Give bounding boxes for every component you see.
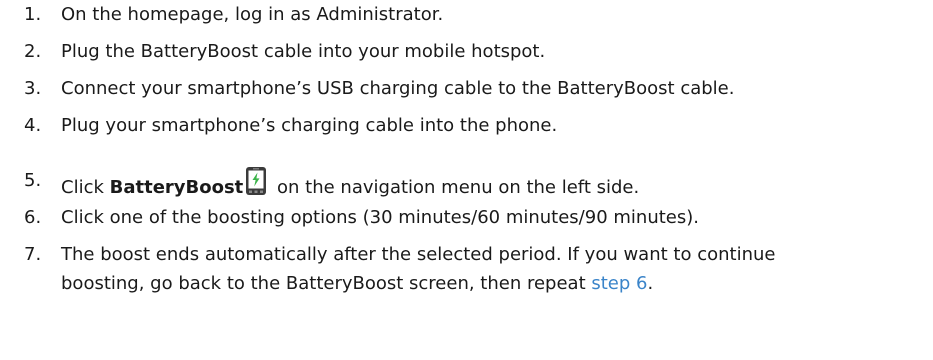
step-number: 6. bbox=[24, 207, 42, 228]
battery-boost-phone-icon bbox=[245, 166, 267, 196]
step-number: 1. bbox=[24, 4, 42, 25]
step-number: 4. bbox=[24, 115, 42, 136]
step-text: Connect your smartphone’s USB charging c… bbox=[61, 78, 735, 99]
step-text-line-1: The boost ends automatically after the s… bbox=[61, 244, 776, 265]
step-7: 7. The boost ends automatically after th… bbox=[24, 240, 923, 298]
step-number: 5. bbox=[24, 170, 42, 191]
step-text-suffix: on the navigation menu on the left side. bbox=[271, 177, 640, 198]
step-text-prefix: Click bbox=[61, 177, 110, 198]
step-4: 4. Plug your smartphone’s charging cable… bbox=[24, 111, 923, 140]
step-text: Click BatteryBoost on the navigation men… bbox=[61, 166, 923, 202]
step-text: Plug the BatteryBoost cable into your mo… bbox=[61, 41, 546, 62]
step-6-link[interactable]: step 6 bbox=[591, 273, 647, 294]
step-number: 3. bbox=[24, 78, 42, 99]
step-number: 2. bbox=[24, 41, 42, 62]
step-number: 7. bbox=[24, 244, 42, 265]
step-text-line-2-suffix: . bbox=[647, 273, 654, 294]
step-5: 5. Click BatteryBoost on the navigation … bbox=[24, 166, 923, 202]
step-1: 1. On the homepage, log in as Administra… bbox=[24, 0, 923, 29]
batteryboost-label: BatteryBoost bbox=[109, 177, 244, 198]
step-2: 2. Plug the BatteryBoost cable into your… bbox=[24, 37, 923, 66]
step-6: 6. Click one of the boosting options (30… bbox=[24, 203, 923, 232]
step-text: The boost ends automatically after the s… bbox=[61, 240, 923, 298]
step-text: Click one of the boosting options (30 mi… bbox=[61, 207, 699, 228]
step-3: 3. Connect your smartphone’s USB chargin… bbox=[24, 74, 923, 103]
instruction-steps: 1. On the homepage, log in as Administra… bbox=[0, 0, 933, 360]
step-text-line-2-prefix: boosting, go back to the BatteryBoost sc… bbox=[61, 273, 592, 294]
step-text: Plug your smartphone’s charging cable in… bbox=[61, 115, 558, 136]
step-text: On the homepage, log in as Administrator… bbox=[61, 4, 444, 25]
